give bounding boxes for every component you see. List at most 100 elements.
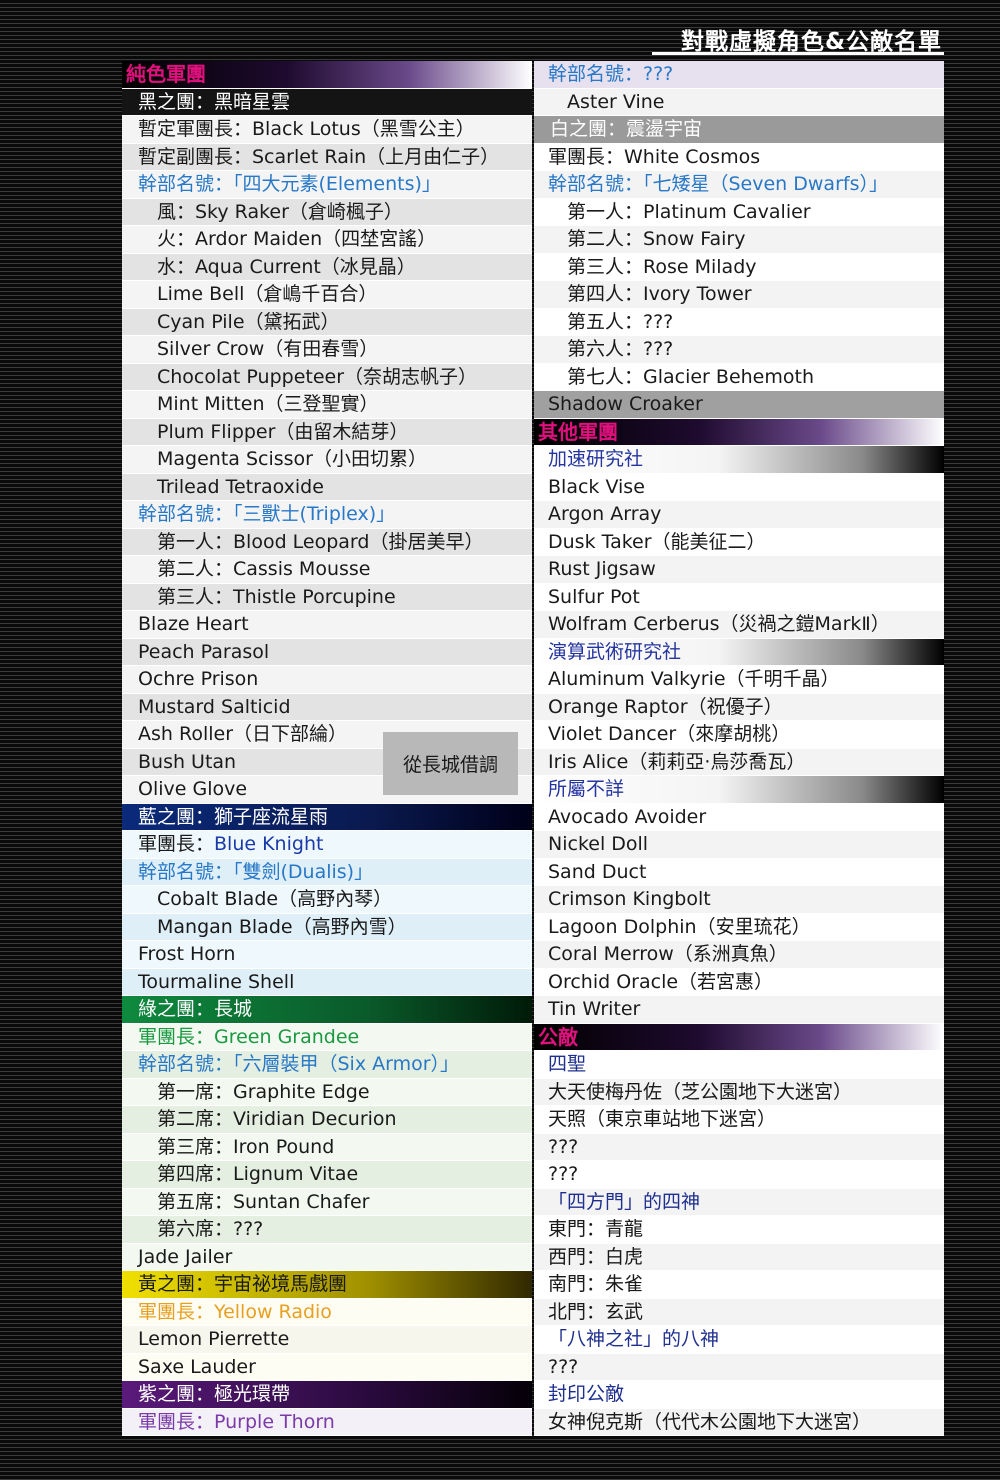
list-item: 風：Sky Raker（倉崎楓子） [122,198,532,226]
white-title: 幹部名號：「七矮星（Seven Dwarfs）」 [534,171,944,199]
list-item: Orchid Oracle（若宮惠） [534,968,944,996]
list-item: Cobalt Blade（高野內琴） [122,886,532,914]
group-header-martial: 演算武術研究社 [534,638,944,666]
section-header-enemies: 公敵 [534,1023,944,1051]
list-item: Tin Writer [534,996,944,1024]
list-item: 第二人：Snow Fairy [534,226,944,254]
black-vice: 暫定副團長：Scarlet Rain（上月由仁子） [122,143,532,171]
blue-leader-name: Blue Knight [214,833,324,855]
list-item: ??? [534,1353,944,1381]
white-leader: 軍團長：White Cosmos [534,143,944,171]
group-header-four-saints: 四聖 [534,1051,944,1079]
list-item: Lemon Pierrette [122,1326,532,1354]
list-item: Jade Jailer [122,1243,532,1271]
note-box-on-loan: 從長城借調 [383,732,518,795]
legion-header-yellow: 黃之團：宇宙祕境馬戲團 [122,1271,532,1299]
list-item: 東門：青龍 [534,1216,944,1244]
purple-leader: 軍團長：Purple Thorn [122,1408,532,1436]
group-header-accel: 加速研究社 [534,446,944,474]
list-item: 天照（東京車站地下迷宮） [534,1106,944,1134]
list-item: 火：Ardor Maiden（四埜宮謠） [122,226,532,254]
list-item: 第五人：??? [534,308,944,336]
list-item: Rust Jigsaw [534,556,944,584]
legion-header-black: 黑之團：黑暗星雲 [122,88,532,116]
list-item: Mangan Blade（高野內雪） [122,913,532,941]
list-item: 第三人：Thistle Porcupine [122,583,532,611]
list-item: Lagoon Dolphin（安里琉花） [534,913,944,941]
list-item: Frost Horn [122,941,532,969]
list-item: Violet Dancer（來摩胡桃） [534,721,944,749]
list-item: Tourmaline Shell [122,968,532,996]
list-item: ??? [534,1133,944,1161]
list-item: 女神倪克斯（代代木公園地下大迷宮） [534,1408,944,1436]
yellow-leader: 軍團長：Yellow Radio [122,1298,532,1326]
black-elements-title: 幹部名號：「四大元素(Elements)」 [122,171,532,199]
list-item: 西門：白虎 [534,1243,944,1271]
list-item: Silver Crow（有田春雪） [122,336,532,364]
list-item: Black Vise [534,473,944,501]
list-item: Iris Alice（莉莉亞·烏莎喬瓦） [534,748,944,776]
list-item: 第三人：Rose Milady [534,253,944,281]
list-item: 第一人：Blood Leopard（掛居美早） [122,528,532,556]
list-item: Wolfram Cerberus（災禍之鎧MarkⅡ） [534,611,944,639]
list-item: Plum Flipper（由留木結芽） [122,418,532,446]
list-item: Ochre Prison [122,666,532,694]
white-extra: Shadow Croaker [534,391,944,419]
list-item: 第三席：Iron Pound [122,1133,532,1161]
list-item: Sand Duct [534,858,944,886]
white-top-title: 幹部名號：??? [534,61,944,89]
list-item: Nickel Doll [534,831,944,859]
list-item: Dusk Taker（能美征二） [534,528,944,556]
list-item: Peach Parasol [122,638,532,666]
group-header-four-gates: 「四方門」的四神 [534,1188,944,1216]
black-triplex-title: 幹部名號：「三獸士(Triplex)」 [122,501,532,529]
list-item: 第六席：??? [122,1216,532,1244]
list-item: Blaze Heart [122,611,532,639]
list-item: Crimson Kingbolt [534,886,944,914]
group-header-eight-gods: 「八神之社」的八神 [534,1326,944,1354]
list-item: ??? [534,1161,944,1189]
list-item: 第二人：Cassis Mousse [122,556,532,584]
list-item: Magenta Scissor（小田切累） [122,446,532,474]
list-item: Mustard Salticid [122,693,532,721]
blue-leader: 軍團長：Blue Knight [122,831,532,859]
legion-header-green: 綠之團：長城 [122,996,532,1024]
list-item: Argon Array [534,501,944,529]
title-underline [652,52,944,55]
legion-header-blue: 藍之團：獅子座流星雨 [122,803,532,831]
green-leader: 軍團長：Green Grandee [122,1023,532,1051]
list-item: 第七人：Glacier Behemoth [534,363,944,391]
list-item: Mint Mitten（三登聖實） [122,391,532,419]
section-header-pure-color: 純色軍團 [122,61,532,89]
blue-title: 幹部名號：「雙劍(Dualis)」 [122,858,532,886]
list-item: 第一人：Platinum Cavalier [534,198,944,226]
blue-leader-prefix: 軍團長： [138,833,215,855]
list-item: 第二席：Viridian Decurion [122,1106,532,1134]
list-item: 第四人：Ivory Tower [534,281,944,309]
legion-header-white: 白之團：震盪宇宙 [534,116,944,144]
page-title: 對戰虛擬角色&公敵名單 [680,29,942,55]
list-item: Trilead Tetraoxide [122,473,532,501]
list-item: Chocolat Puppeteer（奈胡志帆子） [122,363,532,391]
list-item: Aluminum Valkyrie（千明千晶） [534,666,944,694]
green-title: 幹部名號：「六層裝甲（Six Armor）」 [122,1051,532,1079]
list-item: 北門：玄武 [534,1298,944,1326]
list-item: Saxe Lauder [122,1353,532,1381]
list-item: 第五席：Suntan Chafer [122,1188,532,1216]
list-item: 南門：朱雀 [534,1271,944,1299]
list-item: Cyan Pile（黛拓武） [122,308,532,336]
group-header-sealed: 封印公敵 [534,1381,944,1409]
black-leader: 暫定軍團長：Black Lotus（黑雪公主） [122,116,532,144]
list-item: Sulfur Pot [534,583,944,611]
list-item: Lime Bell（倉嶋千百合） [122,281,532,309]
list-item: 第一席：Graphite Edge [122,1078,532,1106]
legion-header-purple: 紫之團：極光環帶 [122,1381,532,1409]
section-header-other-legions: 其他軍團 [534,418,944,446]
list-item: Aster Vine [534,88,944,116]
group-header-unknown: 所屬不詳 [534,776,944,804]
list-item: 第四席：Lignum Vitae [122,1161,532,1189]
list-item: 水：Aqua Current（冰見晶） [122,253,532,281]
list-item: 第六人：??? [534,336,944,364]
right-column: 幹部名號：??? Aster Vine 白之團：震盪宇宙 軍團長：White C… [534,61,944,1436]
list-item: Coral Merrow（系洲真魚） [534,941,944,969]
